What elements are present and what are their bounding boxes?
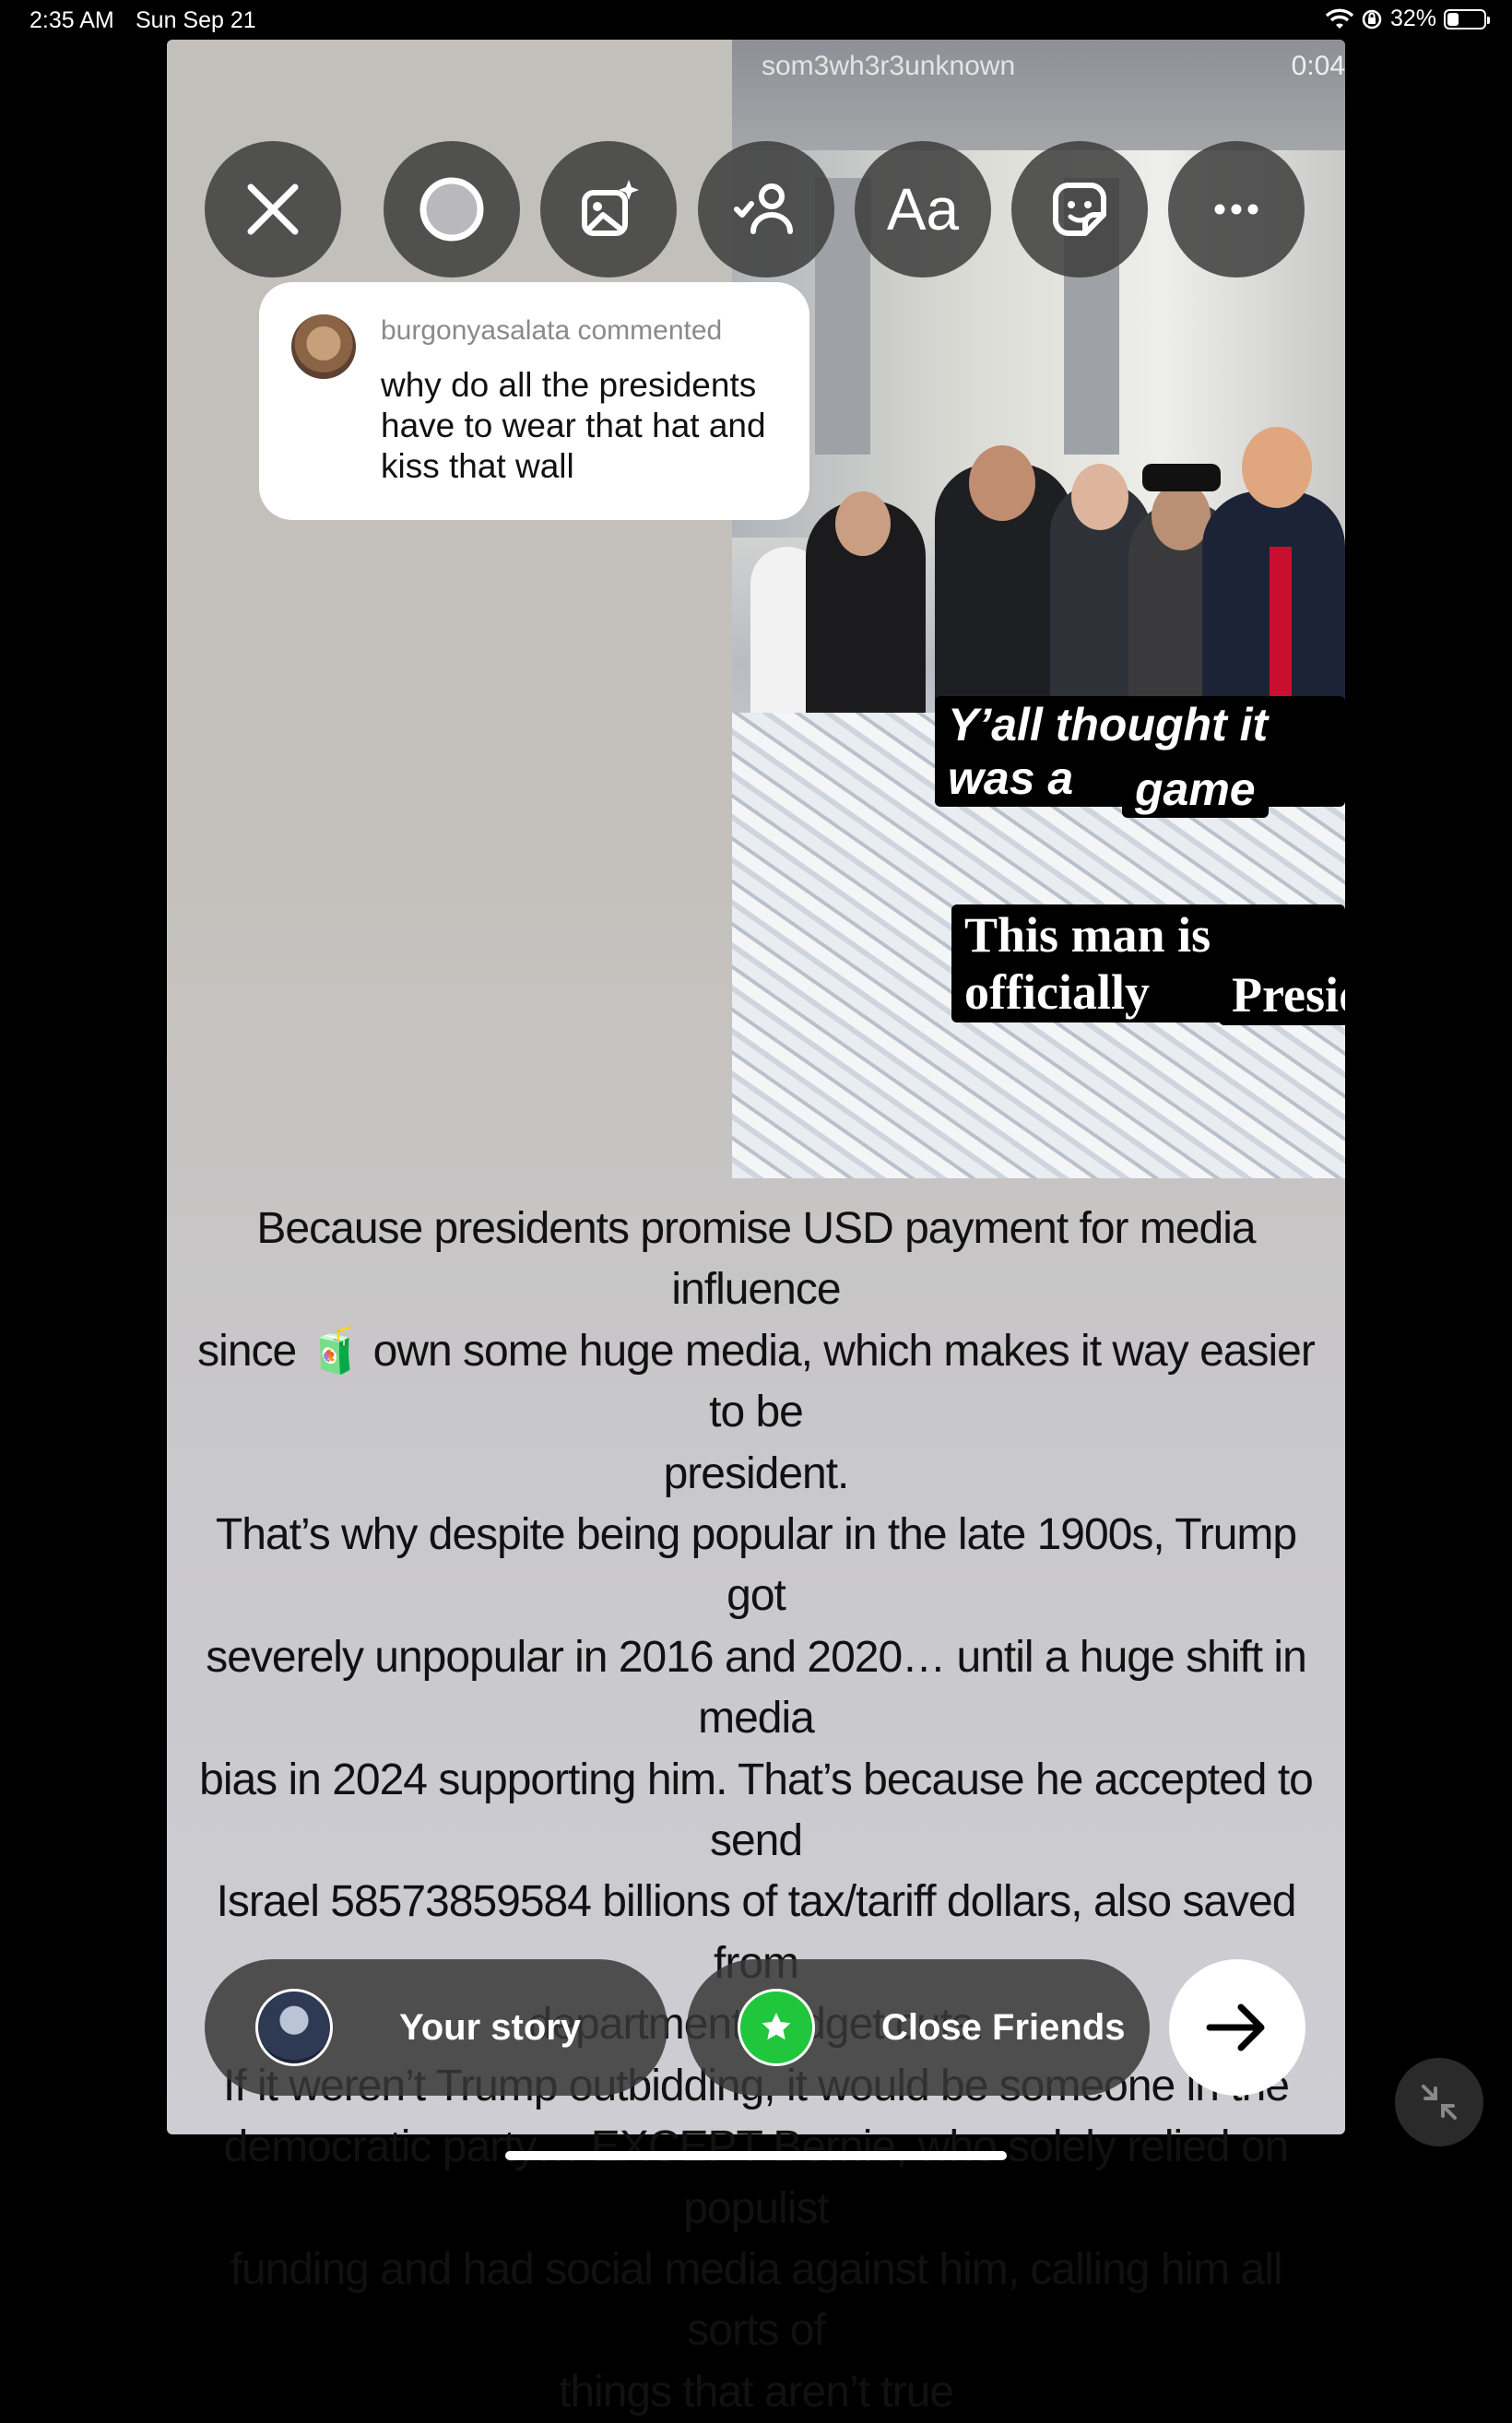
text-button[interactable]: Aa [855,141,991,278]
wifi-icon [1325,8,1353,29]
media-timer: 0:04 [1291,51,1345,81]
video-caption-1-line2: game [1122,761,1269,818]
battery-icon [1444,8,1490,30]
media-effects-button[interactable] [540,141,677,278]
story-text-line: things that aren’t true [559,2367,954,2417]
home-indicator[interactable] [505,2151,1007,2160]
story-text-line: democratic party… EXCEPT Bernie, who sol… [223,2122,1290,2233]
commenter-avatar [291,314,356,379]
more-button[interactable] [1168,141,1305,278]
next-button[interactable] [1169,1959,1305,2096]
person-head [1071,464,1128,530]
collapse-icon [1422,2085,1457,2120]
status-bar: 2:35 AM Sun Sep 21 32% [0,0,1512,41]
sticker-icon [1053,183,1106,236]
star-icon [738,1989,815,2066]
story-text-line: Because presidents promise USD payment f… [256,1204,1256,1315]
status-time: 2:35 AM [30,7,114,33]
profile-avatar [255,1989,333,2066]
photo-sparkle-icon [582,180,639,236]
close-button[interactable] [205,141,341,278]
battery-percent: 32% [1389,6,1436,31]
comment-header: burgonyasalata commented [381,315,723,346]
video-caption-2-line2: President [1219,964,1345,1025]
person-head [835,491,891,556]
mention-button[interactable] [698,141,834,278]
story-text-line: since 🧃 own some huge media, which makes… [197,1326,1316,1437]
story-text-line: severely unpopular in 2016 and 2020… unt… [206,1632,1307,1743]
your-story-label: Your story [399,2006,582,2048]
battery-fill [1447,12,1459,26]
circle-icon [419,177,484,242]
record-button[interactable] [384,141,520,278]
story-text-line: That’s why despite being popular in the … [215,1510,1297,1621]
person-head [1242,427,1312,508]
sticker-button[interactable] [1011,141,1148,278]
comment-sticker[interactable]: burgonyasalata commented why do all the … [259,282,809,520]
comment-text: why do all the presidents have to wear t… [381,366,766,485]
person-hat [1142,464,1221,491]
close-friends-button[interactable]: Close Friends [687,1959,1150,2096]
story-text-line: president. [663,1448,850,1498]
status-date: Sun Sep 21 [136,7,256,33]
your-story-button[interactable]: Your story [205,1959,667,2096]
text-tool-label: Aa [886,176,960,242]
status-right: 32% [1325,6,1490,32]
orientation-lock-icon [1362,9,1382,29]
close-friends-label: Close Friends [881,2006,1126,2048]
close-icon [247,183,299,235]
media-username: som3wh3r3unknown [762,51,1016,81]
minimize-button[interactable] [1395,2058,1483,2146]
story-text-line: bias in 2024 supporting him. That’s beca… [199,1755,1314,1866]
person-head [969,445,1035,521]
more-icon [1214,204,1258,215]
people-group [732,427,1345,731]
story-text[interactable]: Because presidents promise USD payment f… [184,1199,1328,2423]
story-text-line: funding and had social media against him… [230,2244,1282,2356]
arrow-right-icon [1206,2003,1265,2051]
tag-person-icon [734,183,793,234]
